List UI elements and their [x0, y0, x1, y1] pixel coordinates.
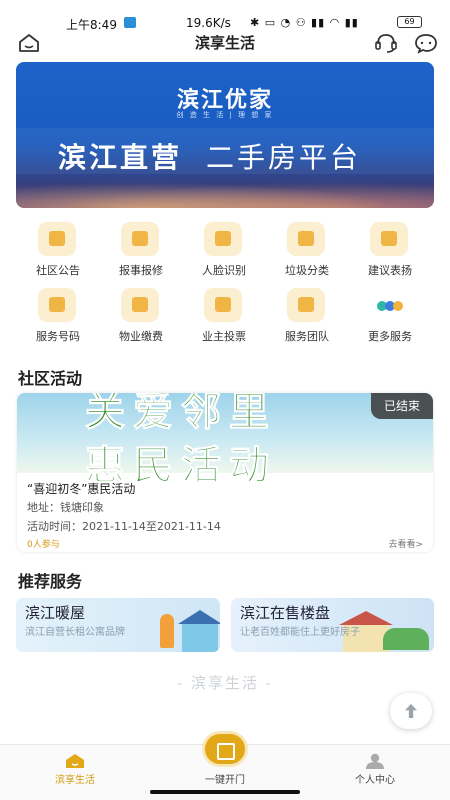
- notice-icon: [38, 222, 76, 256]
- recommend-card-rental[interactable]: 滨江暖屋 滨江自营长租公寓品牌: [16, 598, 220, 652]
- recommend-card-title: 滨江在售楼盘: [240, 604, 331, 622]
- back-to-top-button[interactable]: [390, 693, 432, 729]
- app-header: 滨享生活: [0, 30, 450, 58]
- service-phone-numbers[interactable]: 服务号码: [16, 288, 100, 348]
- footer-brand: - 滨享生活 -: [177, 674, 273, 692]
- banner-headline: 滨江直营 二手房平台: [16, 128, 434, 174]
- activity-section-title: 社区活动: [18, 369, 83, 388]
- unlock-icon: [202, 731, 248, 767]
- promo-banner[interactable]: 滨江优家 创 造 生 活 | 理 想 家 滨江直营 二手房平台: [16, 62, 434, 208]
- banner-logo-slogan: 创 造 生 活 | 理 想 家: [176, 111, 274, 119]
- service-garbage[interactable]: 垃圾分类: [265, 222, 349, 282]
- service-label: 建议表扬: [368, 264, 412, 277]
- tab-profile[interactable]: 个人中心: [315, 745, 435, 800]
- recommend-card-subtitle: 滨江自营长租公寓品牌: [25, 627, 125, 638]
- tab-label: 滨享生活: [55, 775, 95, 786]
- service-face-recognition[interactable]: 人脸识别: [182, 222, 266, 282]
- message-icon[interactable]: [414, 32, 438, 54]
- payment-icon: [121, 288, 159, 322]
- recommend-section-title: 推荐服务: [18, 572, 83, 591]
- service-label: 人脸识别: [202, 264, 246, 277]
- activity-address: 地址：钱塘印象: [27, 501, 104, 514]
- battery-icon: 69: [397, 16, 422, 28]
- system-home-indicator[interactable]: [150, 790, 300, 794]
- system-status-icons: ✱ ▭ ◔ ⚇ ▮▮ ◠ ▮▮: [250, 16, 359, 29]
- participant-count: 0人参与: [27, 540, 60, 550]
- home-tab-icon: [66, 754, 84, 768]
- team-icon: [287, 288, 325, 322]
- recommend-card-subtitle: 让老百姓都能住上更好房子: [240, 627, 360, 638]
- banner-headline-bold: 滨江直营: [58, 141, 183, 174]
- activity-name: “喜迎初冬”惠民活动: [27, 482, 136, 496]
- more-dots-icon: [370, 288, 408, 322]
- banner-city-lights: [16, 178, 434, 208]
- service-label: 物业缴费: [119, 330, 163, 343]
- banner-headline-light: 二手房平台: [206, 141, 362, 174]
- profile-icon: [366, 753, 384, 769]
- recommend-card-for-sale[interactable]: 滨江在售楼盘 让老百姓都能住上更好房子: [231, 598, 434, 652]
- status-bar: 上午8:49 19.6K/s ✱ ▭ ◔ ⚇ ▮▮ ◠ ▮▮ 69: [0, 0, 450, 34]
- service-label: 业主投票: [202, 330, 246, 343]
- service-label: 报事报修: [119, 264, 163, 277]
- bush-illustration: [383, 628, 429, 650]
- phone-book-icon: [38, 288, 76, 322]
- service-team[interactable]: 服务团队: [265, 288, 349, 348]
- recommend-card-title: 滨江暖屋: [25, 604, 86, 622]
- status-badge: 已结束: [371, 393, 433, 419]
- tab-label: 个人中心: [355, 775, 395, 786]
- service-label: 服务团队: [285, 330, 329, 343]
- service-label: 更多服务: [368, 330, 412, 343]
- garbage-truck-icon: [287, 222, 325, 256]
- face-scan-icon: [204, 222, 242, 256]
- view-more-link[interactable]: 去看看>: [388, 537, 423, 550]
- repair-icon: [121, 222, 159, 256]
- service-notice[interactable]: 社区公告: [16, 222, 100, 282]
- service-payment[interactable]: 物业缴费: [99, 288, 183, 348]
- service-label: 服务号码: [36, 330, 80, 343]
- telegram-icon: [124, 17, 136, 28]
- service-label: 社区公告: [36, 264, 80, 277]
- tab-home[interactable]: 滨享生活: [15, 745, 135, 800]
- customer-service-icon[interactable]: [374, 32, 398, 54]
- service-more[interactable]: 更多服务: [348, 288, 432, 348]
- service-vote[interactable]: 业主投票: [182, 288, 266, 348]
- service-label: 垃圾分类: [285, 264, 329, 277]
- service-feedback[interactable]: 建议表扬: [348, 222, 432, 282]
- feedback-icon: [370, 222, 408, 256]
- activity-card[interactable]: 关爱邻里 惠民活动 已结束 “喜迎初冬”惠民活动 地址：钱塘印象 活动时间：20…: [17, 393, 433, 552]
- delivery-person-illustration: [160, 614, 174, 648]
- activity-time: 活动时间：2021-11-14至2021-11-14: [27, 520, 221, 533]
- service-repair[interactable]: 报事报修: [99, 222, 183, 282]
- activity-image-text-1: 关爱邻里: [85, 393, 277, 436]
- tab-label: 一键开门: [205, 775, 245, 786]
- network-speed: 19.6K/s: [186, 16, 231, 30]
- arrow-up-icon: [405, 704, 417, 718]
- house-illustration: [178, 610, 220, 652]
- vote-icon: [204, 288, 242, 322]
